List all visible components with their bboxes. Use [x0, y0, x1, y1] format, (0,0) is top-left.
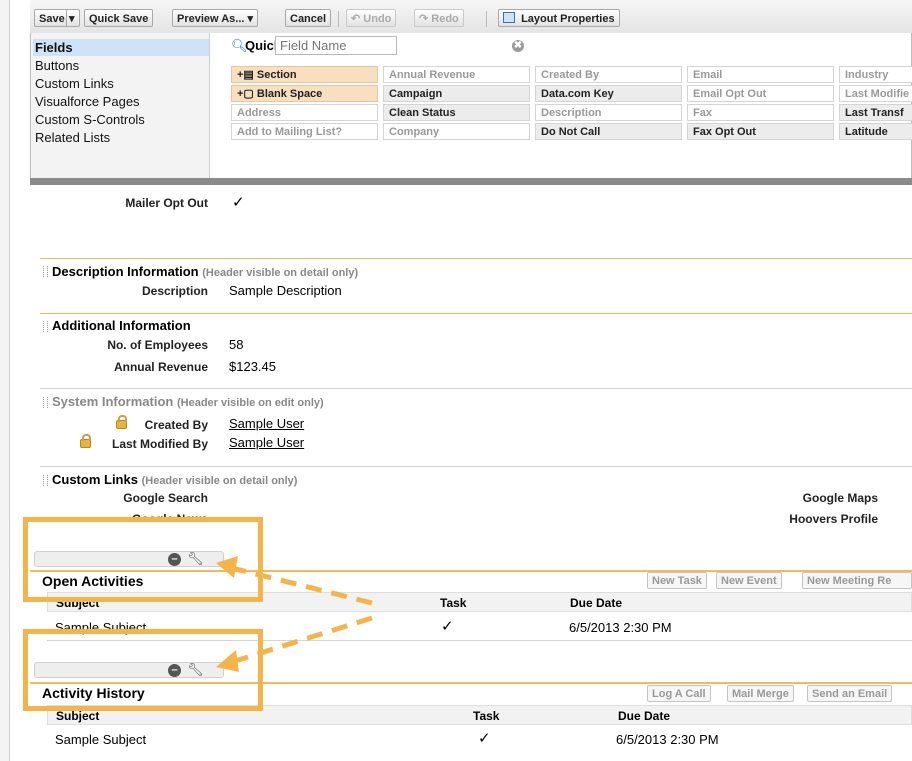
callout-arrow-line	[231, 615, 373, 665]
callout-arrow-line	[231, 565, 373, 606]
callout-arrowhead	[216, 556, 238, 578]
callout-arrows	[216, 556, 373, 672]
callout-arrowhead	[216, 650, 239, 672]
